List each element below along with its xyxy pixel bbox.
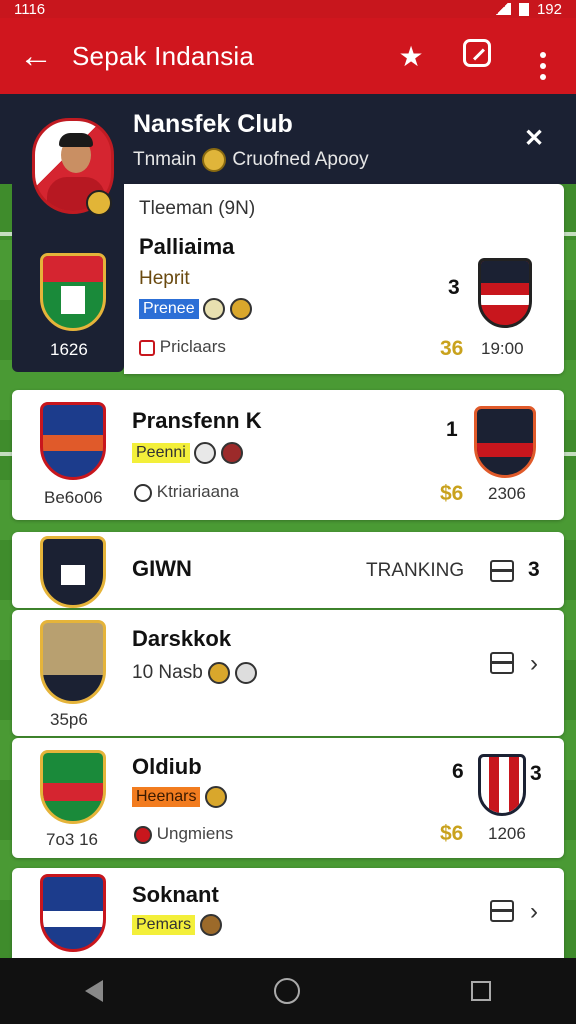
- chevron-right-icon[interactable]: ›: [530, 898, 538, 926]
- team-footer: Ungmiens: [134, 824, 233, 844]
- status-right: 192: [536, 0, 562, 18]
- ball-icon: [203, 298, 226, 320]
- nav-recents-icon[interactable]: [470, 981, 491, 1001]
- player-gold: 36: [440, 337, 464, 360]
- team-year: 7o3 16: [46, 830, 98, 849]
- team-footer-label: Ungmiens: [156, 824, 234, 843]
- team-tag: Peenni: [132, 443, 190, 464]
- team-footer: Ktriariaana: [134, 482, 239, 502]
- team-year: Be6o06: [44, 488, 103, 507]
- club-subtitle-right: Cruofned Apooy: [232, 149, 369, 170]
- back-arrow-icon[interactable]: ←: [0, 39, 72, 73]
- team-badge: [40, 750, 106, 824]
- chevron-right-icon[interactable]: ›: [530, 650, 538, 678]
- player-tags: Prenee: [139, 298, 252, 320]
- status-bar: 1116 192: [0, 0, 576, 18]
- team-score-secondary: 3: [530, 762, 542, 785]
- boot-icon: [208, 662, 231, 684]
- boot-icon: [204, 786, 227, 808]
- system-nav-bar: [0, 958, 576, 1024]
- crest-icon: [220, 442, 243, 464]
- ball-icon: [194, 442, 217, 464]
- player-position: Heprit: [139, 268, 190, 289]
- ranking-badge: [40, 536, 106, 608]
- player-avatar: [40, 620, 106, 704]
- team-name: Soknant: [132, 882, 219, 907]
- team-badge: [40, 874, 106, 952]
- crest-icon: [229, 298, 252, 320]
- list-icon[interactable]: [490, 560, 514, 582]
- list-icon[interactable]: [490, 900, 514, 922]
- close-icon[interactable]: ✕: [524, 124, 544, 153]
- card-footer-label: Priclaars: [159, 337, 226, 356]
- team-tags: Pemars: [132, 914, 222, 936]
- team-tags: Heenars: [132, 786, 227, 808]
- club-emblem-icon: [86, 190, 112, 216]
- checkbox-icon[interactable]: [139, 339, 155, 356]
- signal-icon: [492, 3, 511, 15]
- club-year: 1626: [50, 340, 88, 359]
- team-name: Pransfenn K: [132, 408, 262, 433]
- star-icon[interactable]: ★: [378, 40, 444, 73]
- edit-icon[interactable]: [444, 38, 510, 74]
- player-meta: 10 Nasb: [132, 662, 258, 684]
- club-subtitle-left: Tnmain: [133, 149, 197, 170]
- app-bar: ← Sepak Indansia ★: [0, 18, 576, 94]
- list-icon[interactable]: [490, 652, 514, 674]
- player-name: Palliaima: [139, 234, 235, 259]
- team-value: 2306: [488, 484, 526, 503]
- team-value: 1206: [488, 824, 526, 843]
- player-tag: Prenee: [139, 299, 199, 320]
- ranking-name: GIWN: [132, 556, 192, 581]
- team-tag: Heenars: [132, 787, 201, 808]
- opponent-badge: [478, 258, 532, 328]
- more-icon[interactable]: [510, 33, 576, 80]
- crest-icon: [199, 914, 222, 936]
- status-time: 1116: [14, 0, 46, 18]
- club-subtitle: Tnmain Cruofned Apooy: [133, 148, 369, 172]
- player-year: 35p6: [50, 710, 88, 729]
- player-meta-label: 10 Nasb: [132, 662, 203, 684]
- club-name: Nansfek Club: [133, 110, 293, 138]
- opponent-badge: [478, 754, 526, 816]
- player-name-row: Darskkok: [132, 626, 232, 651]
- player-score: 3: [448, 276, 460, 299]
- team-score: 1: [446, 418, 458, 441]
- shield-icon: [134, 825, 152, 844]
- team-score: 6: [452, 760, 464, 783]
- coin-icon: [202, 148, 227, 172]
- card-heading: Tleeman (9N): [139, 198, 256, 219]
- team-gold: $6: [440, 822, 464, 845]
- ranking-label: TRANKING: [366, 560, 465, 581]
- team-gold: $6: [440, 482, 464, 505]
- team-name: Oldiub: [132, 754, 202, 779]
- team-tag: Pemars: [132, 915, 196, 936]
- team-footer-label: Ktriariaana: [156, 482, 239, 501]
- player-time: 19:00: [481, 339, 524, 358]
- info-icon: [134, 483, 152, 502]
- team-badge: [40, 402, 106, 480]
- nav-back-icon[interactable]: [85, 980, 104, 1002]
- app-title: Sepak Indansia: [72, 40, 255, 71]
- opponent-badge: [474, 406, 536, 478]
- club-badge: [40, 253, 106, 331]
- card-footer: Priclaars: [139, 337, 226, 357]
- battery-icon: [518, 2, 529, 16]
- nav-home-icon[interactable]: [273, 978, 300, 1004]
- whistle-icon: [235, 662, 258, 684]
- ranking-count: 3: [528, 558, 540, 581]
- team-tags: Peenni: [132, 442, 243, 464]
